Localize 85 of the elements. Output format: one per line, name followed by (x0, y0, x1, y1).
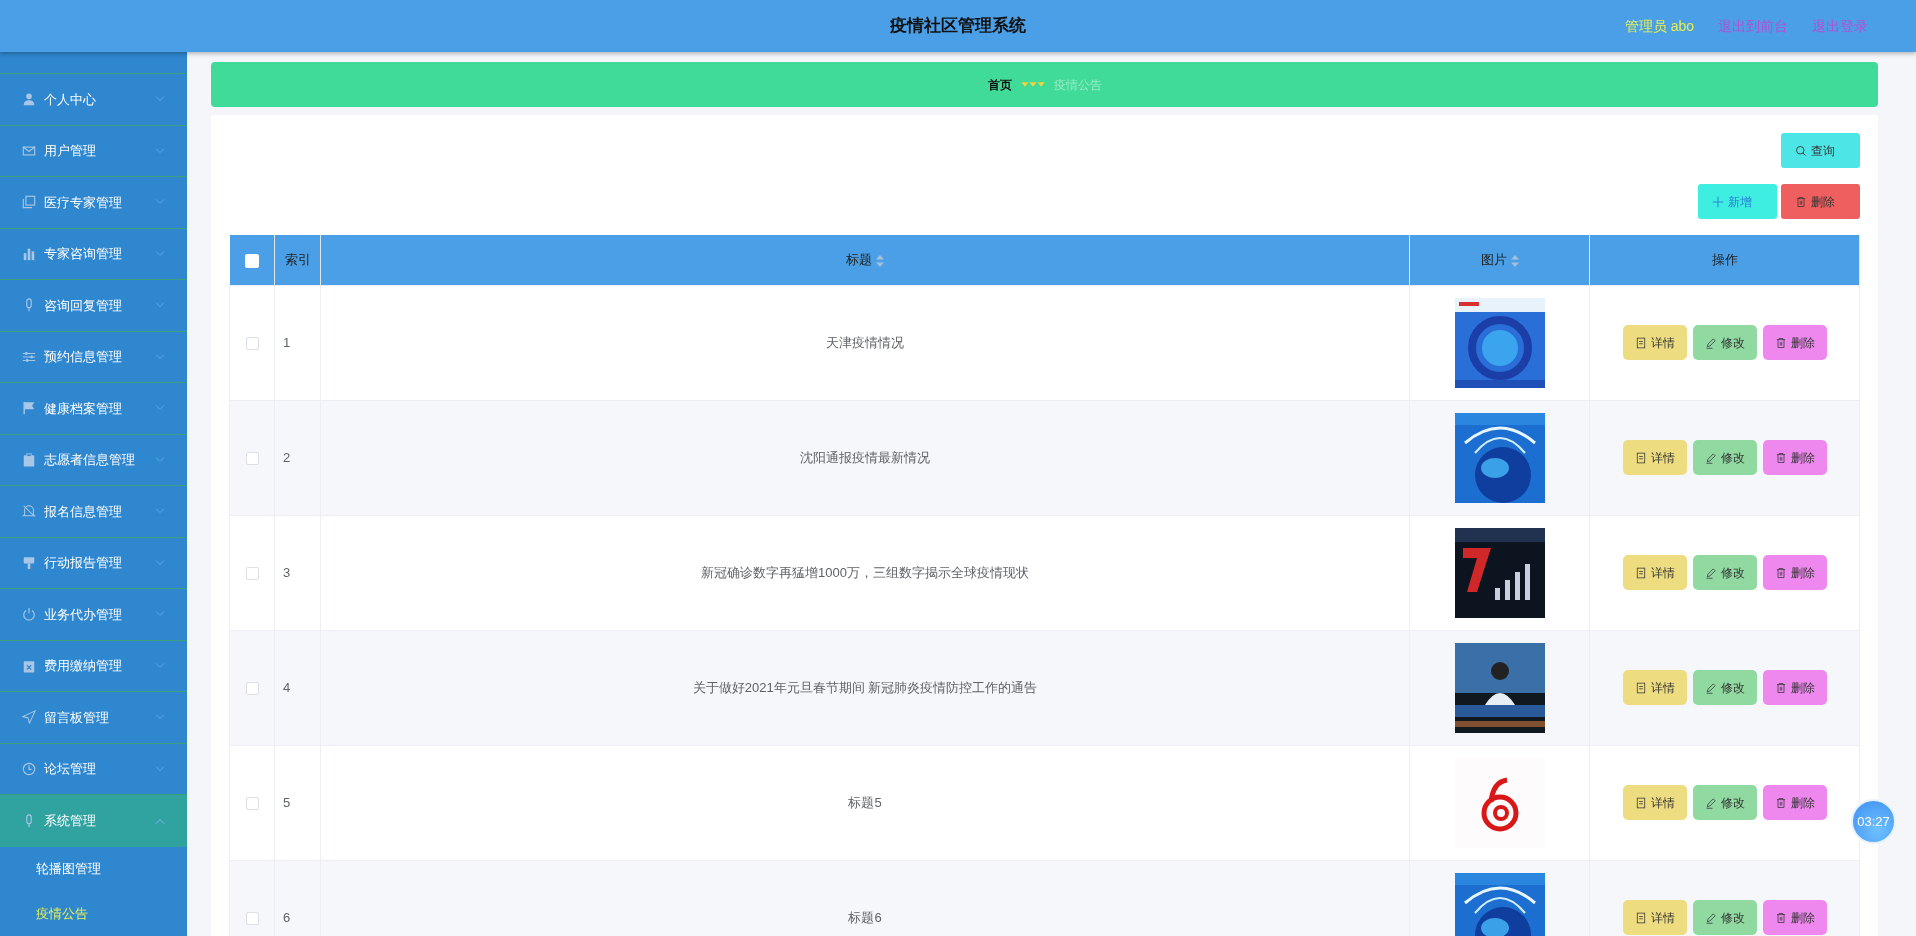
pencil-icon (1704, 911, 1717, 924)
person-icon (22, 92, 36, 107)
bell-icon (22, 504, 36, 519)
clipboard-icon (22, 452, 36, 467)
index-cell: 1 (283, 334, 291, 350)
trash-icon (1774, 796, 1787, 809)
delete-button[interactable]: 删除 (1762, 555, 1827, 590)
title-cell: 标题6 (848, 909, 882, 925)
query-button[interactable]: 查询 (1781, 133, 1860, 168)
index-cell: 6 (283, 909, 291, 925)
row-checkbox[interactable] (245, 451, 259, 465)
title-cell: 关于做好2021年元旦春节期间 新冠肺炎疫情防控工作的通告 (692, 679, 1038, 695)
index-cell: 2 (283, 449, 291, 465)
power-icon (22, 607, 36, 622)
column-header[interactable]: 索引 (284, 252, 311, 267)
submenu-item[interactable]: 疫情公告 (0, 891, 187, 936)
index-cell: 4 (283, 679, 291, 695)
pencil-icon (1704, 336, 1717, 349)
document-icon (1634, 566, 1647, 579)
edit-button[interactable]: 修改 (1692, 900, 1757, 935)
index-cell: 5 (283, 794, 291, 810)
document-icon (1634, 336, 1647, 349)
sliders-icon (22, 349, 36, 364)
delete-button[interactable]: 删除 (1762, 785, 1827, 820)
clock-icon (22, 761, 36, 776)
breadcrumb-link[interactable]: 首页 (987, 75, 1012, 94)
pencil-icon (1704, 451, 1717, 464)
submenu-item[interactable]: 轮播图管理 (0, 846, 187, 892)
copy-icon (22, 195, 36, 210)
edit-button[interactable]: 修改 (1692, 670, 1757, 705)
search-icon (1795, 144, 1807, 157)
bar-chart-icon (22, 246, 36, 261)
detail-button[interactable]: 详情 (1622, 325, 1687, 360)
detail-button[interactable]: 详情 (1622, 670, 1687, 705)
document-icon (1634, 911, 1647, 924)
trash-icon (1774, 566, 1787, 579)
row-checkbox[interactable] (245, 681, 259, 695)
envelope-icon (22, 143, 36, 158)
clipboard-icon (22, 658, 36, 673)
sidebar-item[interactable]: 系统管理 (0, 795, 187, 847)
pencil-icon (1704, 566, 1717, 579)
plus-icon (1712, 195, 1724, 208)
delete-button[interactable]: 删除 (1762, 670, 1827, 705)
detail-button[interactable]: 详情 (1622, 900, 1687, 935)
trash-icon (1774, 911, 1787, 924)
trash-icon (1774, 336, 1787, 349)
breadcrumb-current: 疫情公告 (1053, 76, 1102, 94)
chevron-icon (155, 817, 165, 824)
edit-button[interactable]: 修改 (1692, 555, 1757, 590)
edit-button[interactable]: 修改 (1692, 440, 1757, 475)
pencil-icon (1704, 681, 1717, 694)
document-icon (1634, 451, 1647, 464)
column-header[interactable]: 图片 (1480, 252, 1507, 267)
delete-button[interactable]: 删除 (1762, 440, 1827, 475)
trash-icon (1795, 195, 1807, 208)
delete-button[interactable]: 删除 (1781, 184, 1860, 219)
title-cell: 天津疫情情况 (826, 334, 904, 350)
index-cell: 3 (283, 564, 291, 580)
edit-button[interactable]: 修改 (1692, 325, 1757, 360)
trash-icon (1774, 451, 1787, 464)
add-button[interactable]: 新增 (1698, 184, 1777, 219)
select-all-checkbox[interactable] (244, 253, 259, 268)
document-icon (1634, 681, 1647, 694)
column-header[interactable]: 操作 (1711, 252, 1738, 267)
detail-button[interactable]: 详情 (1622, 785, 1687, 820)
send-icon (22, 710, 36, 725)
title-cell: 标题5 (848, 794, 882, 810)
pencil-icon (1704, 796, 1717, 809)
row-checkbox[interactable] (245, 796, 259, 810)
app-title: 疫情社区管理系统 (890, 15, 1026, 38)
row-checkbox[interactable] (245, 336, 259, 350)
edit-button[interactable]: 修改 (1692, 785, 1757, 820)
title-cell: 沈阳通报疫情最新情况 (800, 449, 930, 465)
user-name: 管理员 abo (1624, 16, 1694, 36)
column-header[interactable]: 标题 (846, 252, 872, 267)
delete-button[interactable]: 删除 (1762, 325, 1827, 360)
flag-icon (22, 401, 36, 416)
detail-button[interactable]: 详情 (1622, 555, 1687, 590)
delete-button[interactable]: 删除 (1762, 900, 1827, 935)
row-checkbox[interactable] (245, 566, 259, 580)
trash-icon (1774, 681, 1787, 694)
document-icon (1634, 796, 1647, 809)
detail-button[interactable]: 详情 (1622, 440, 1687, 475)
title-cell: 新冠确诊数字再猛增1000万，三组数字揭示全球疫情现状 (701, 564, 1029, 580)
row-checkbox[interactable] (245, 911, 259, 925)
